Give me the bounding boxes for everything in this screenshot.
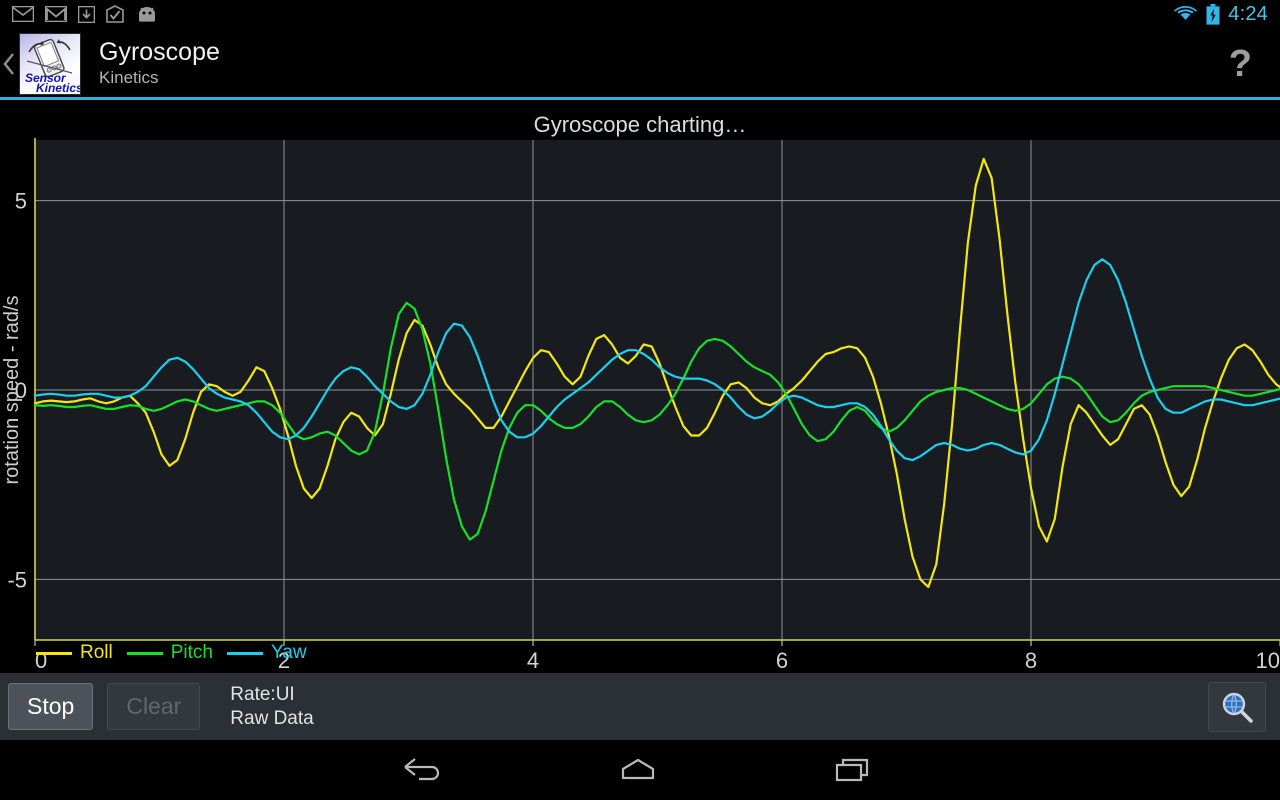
page-title: Gyroscope: [99, 38, 220, 66]
y-tick-label: 5: [15, 189, 27, 214]
battery-charging-icon: [1206, 3, 1220, 25]
magnifier-icon: [1222, 691, 1253, 723]
android-icon: [139, 6, 155, 22]
stop-button[interactable]: Stop: [8, 683, 94, 730]
recents-icon[interactable]: [788, 740, 918, 800]
rate-label: Rate:UI: [230, 683, 295, 705]
gyroscope-line-chart[interactable]: 024681050-5time - secondsrotation speed …: [0, 100, 1280, 673]
legend-item-roll: Roll: [36, 642, 113, 664]
chevron-left-icon[interactable]: [0, 28, 18, 99]
y-axis-label: rotation speed - rad/s: [1, 296, 23, 485]
email-icon: [12, 6, 34, 22]
back-icon[interactable]: [358, 740, 488, 800]
status-notification-icons: [0, 5, 159, 23]
tasks-icon: [106, 5, 124, 23]
x-tick-label: 10: [1256, 648, 1280, 673]
chart-control-bar: Stop Clear Rate:UI Raw Data: [0, 673, 1280, 740]
status-bar: 4:24: [0, 0, 1280, 28]
legend-label-roll: Roll: [80, 642, 113, 663]
legend-item-pitch: Pitch: [126, 642, 213, 664]
android-nav-bar: [0, 740, 1280, 800]
legend-swatch-yaw: [226, 651, 263, 655]
legend-item-yaw: Yaw: [226, 642, 307, 664]
data-mode-label: Raw Data: [230, 707, 314, 729]
download-icon: [78, 5, 95, 23]
legend-label-pitch: Pitch: [170, 642, 213, 663]
legend-label-yaw: Yaw: [270, 642, 307, 663]
legend-swatch-pitch: [126, 651, 163, 655]
action-bar-titles: Gyroscope Kinetics: [99, 38, 220, 89]
gmail-icon: [45, 6, 67, 22]
zoom-button[interactable]: [1208, 681, 1266, 732]
x-tick-label: 4: [527, 648, 539, 673]
sensor-status-text: Rate:UI Raw Data: [230, 683, 313, 731]
x-tick-label: 8: [1025, 648, 1037, 673]
home-icon[interactable]: [573, 740, 703, 800]
y-tick-label: -5: [7, 567, 27, 592]
status-system-icons: 4:24: [1173, 2, 1280, 25]
page-subtitle: Kinetics: [99, 68, 159, 87]
wifi-icon: [1174, 5, 1198, 23]
clear-button[interactable]: Clear: [107, 683, 201, 730]
chart-container[interactable]: Gyroscope charting… 024681050-5time - se…: [0, 100, 1280, 673]
sensor-kinetics-logo[interactable]: Sensor Kinetics: [19, 32, 81, 95]
x-tick-label: 6: [776, 648, 788, 673]
app-action-bar: Sensor Kinetics Gyroscope Kinetics ?: [0, 28, 1280, 99]
chart-legend: Roll Pitch Yaw: [36, 642, 307, 664]
legend-swatch-roll: [36, 651, 72, 655]
help-button[interactable]: ?: [1229, 45, 1252, 83]
status-clock: 4:24: [1228, 2, 1268, 25]
svg-text:Kinetics: Kinetics: [36, 81, 80, 94]
